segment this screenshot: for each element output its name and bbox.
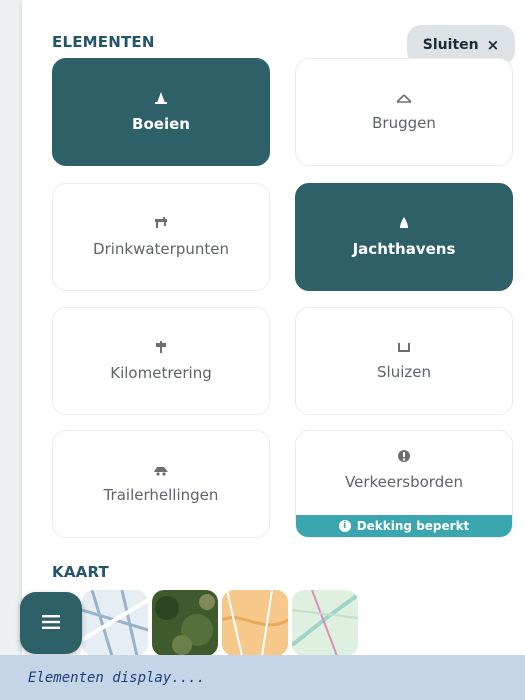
card-sluizen[interactable]: Sluizen xyxy=(295,307,513,415)
lock-gate-icon xyxy=(397,341,411,353)
warning-icon xyxy=(397,449,411,463)
card-label: Sluizen xyxy=(377,363,431,381)
card-kilometrering[interactable]: Kilometrering xyxy=(52,307,270,415)
card-drinkwaterpunten[interactable]: Drinkwaterpunten xyxy=(52,183,270,291)
sailboat-icon xyxy=(397,216,411,230)
coverage-badge: i Dekking beperkt xyxy=(296,515,512,537)
badge-label: Dekking beperkt xyxy=(356,519,470,533)
buoy-icon xyxy=(154,91,168,105)
water-map-thumbnail[interactable] xyxy=(292,590,358,656)
card-verkeersborden[interactable]: Verkeersborden i Dekking beperkt xyxy=(295,430,513,538)
card-label: Kilometrering xyxy=(110,364,212,382)
hamburger-icon xyxy=(42,614,60,633)
info-icon: i xyxy=(338,520,351,532)
card-label: Trailerhellingen xyxy=(103,486,219,504)
topo-map-thumbnail[interactable] xyxy=(222,590,288,656)
faucet-icon xyxy=(153,216,169,230)
close-label: Sluiten xyxy=(422,37,479,53)
elements-section-title: ELEMENTEN xyxy=(52,33,155,51)
bridge-icon xyxy=(396,92,412,104)
signpost-icon xyxy=(154,340,168,354)
caption-bar: Elementen display.... xyxy=(0,655,525,700)
card-label: Bruggen xyxy=(372,114,436,132)
menu-button[interactable] xyxy=(20,592,82,654)
map-thumbnails xyxy=(82,590,358,656)
card-label: Drinkwaterpunten xyxy=(93,240,229,258)
map-section-title: KAART xyxy=(52,563,109,581)
satellite-map-thumbnail[interactable] xyxy=(152,590,218,656)
trailer-icon xyxy=(152,464,170,476)
card-bruggen[interactable]: Bruggen xyxy=(295,58,513,166)
card-label: Jachthavens xyxy=(352,240,456,258)
caption-text: Elementen display.... xyxy=(28,669,206,686)
card-boeien[interactable]: Boeien xyxy=(52,58,270,166)
card-jachthavens[interactable]: Jachthavens xyxy=(295,183,513,291)
card-trailerhellingen[interactable]: Trailerhellingen xyxy=(52,430,270,538)
close-icon: × xyxy=(486,36,500,54)
card-label: Verkeersborden xyxy=(345,473,463,491)
street-map-thumbnail[interactable] xyxy=(82,590,148,656)
card-label: Boeien xyxy=(132,115,190,133)
